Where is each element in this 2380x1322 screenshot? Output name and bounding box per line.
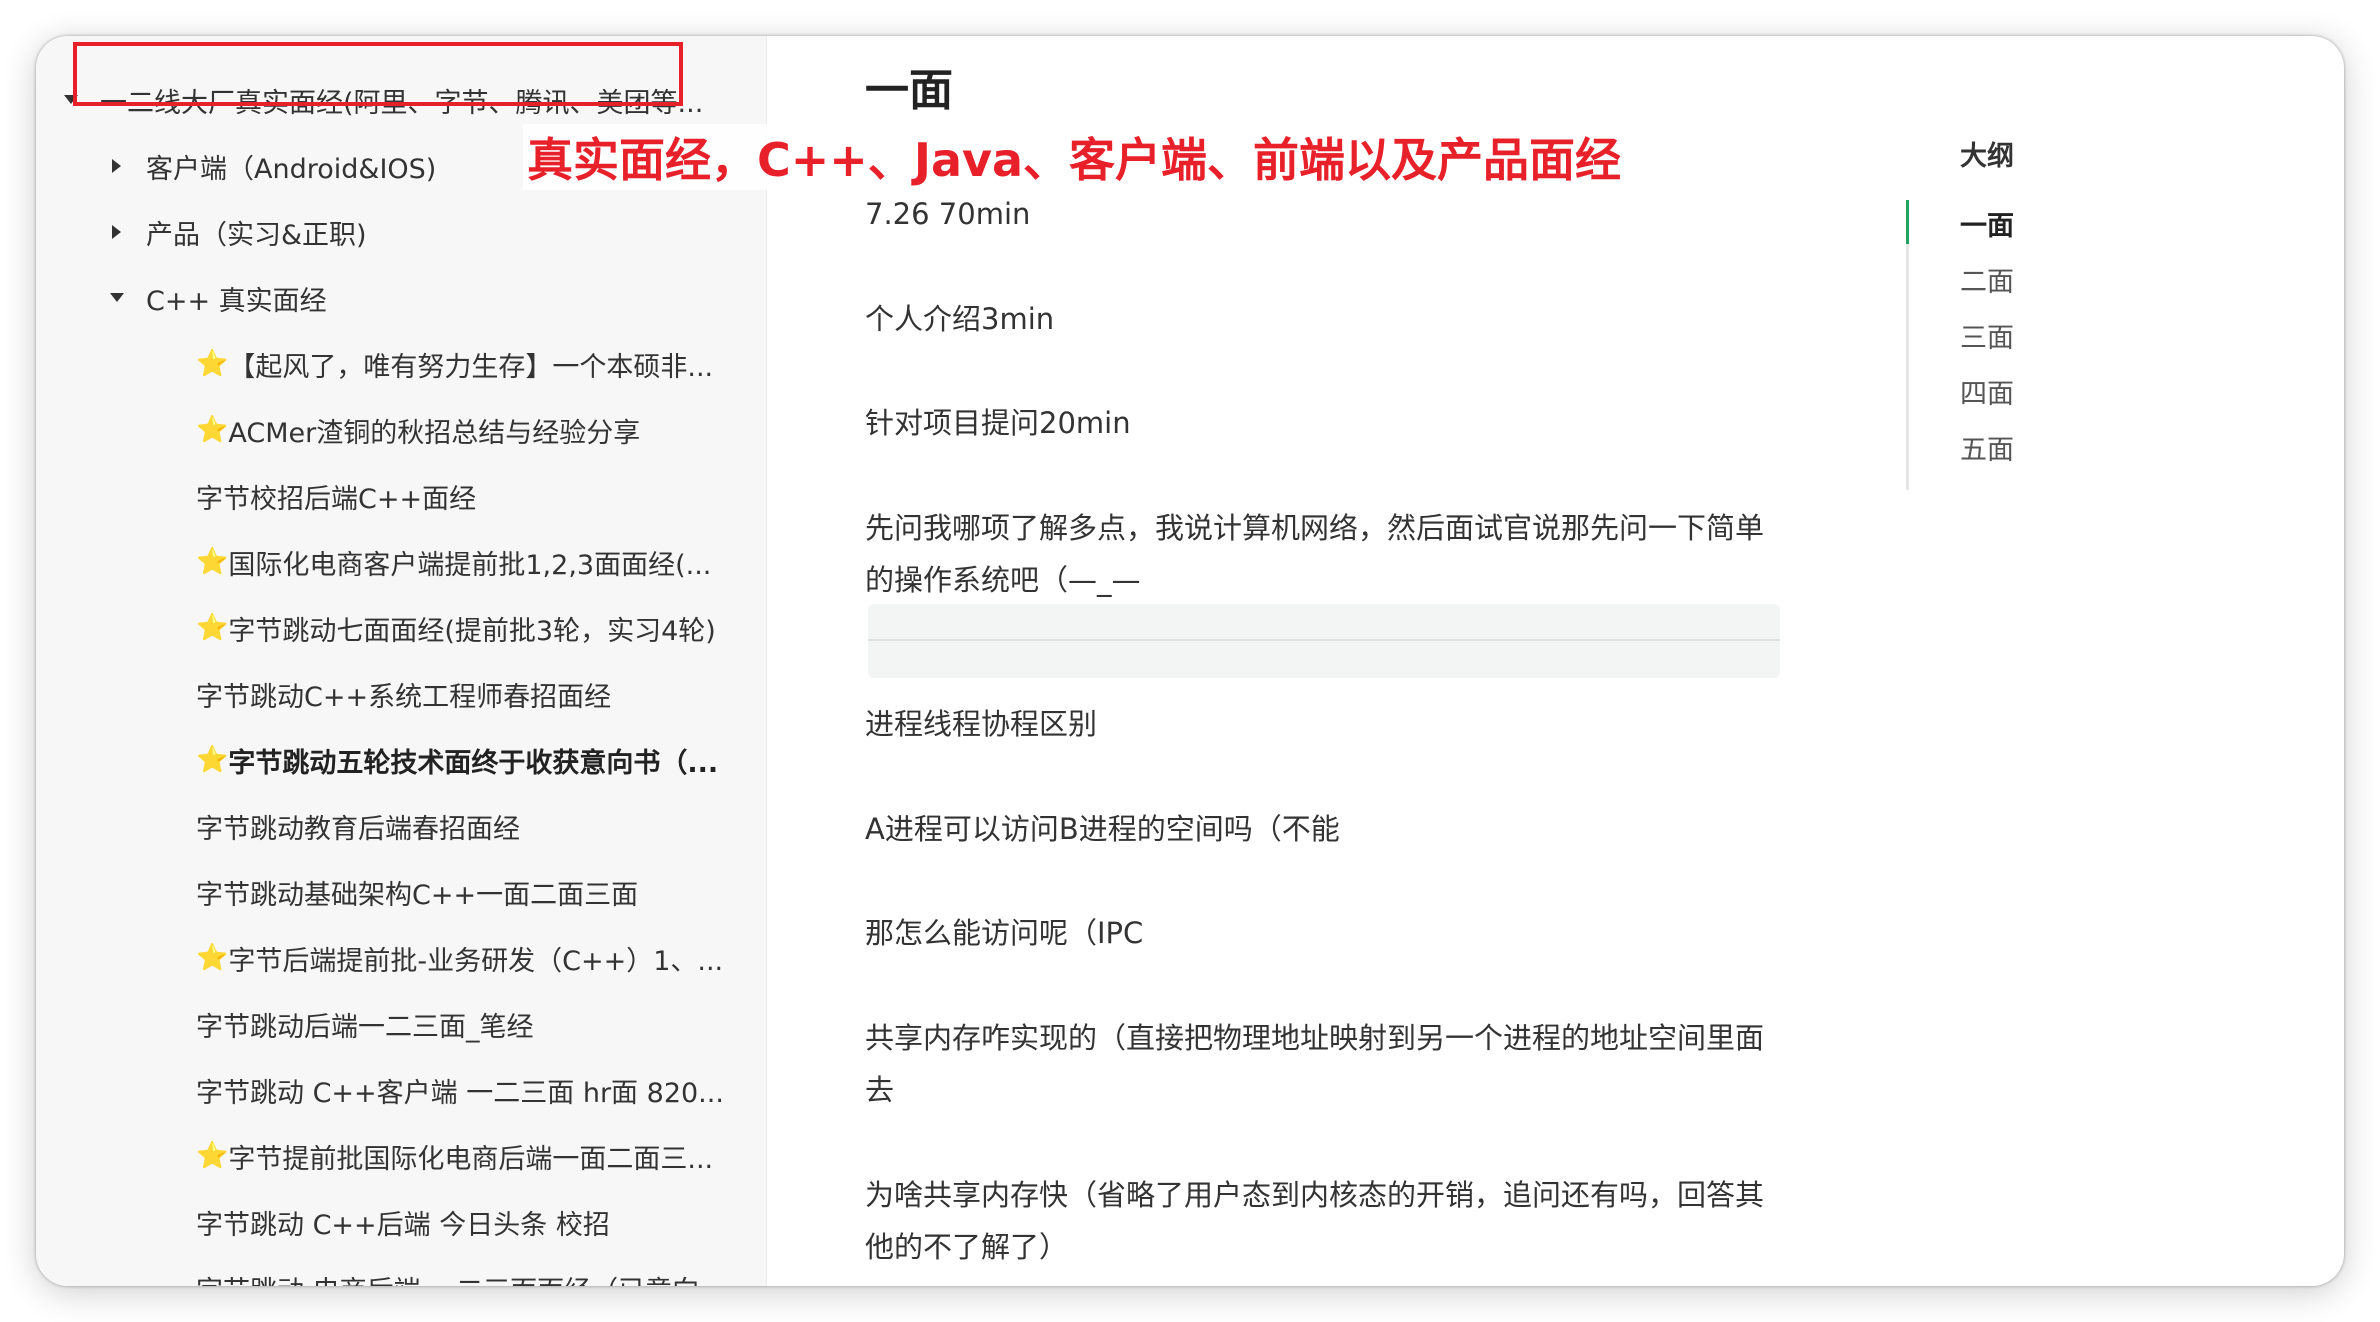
outline-item[interactable]: 一面	[1960, 204, 2014, 243]
star-icon: ⭐	[196, 613, 229, 643]
sidebar-article-item[interactable]: 字节跳动后端一二三面_笔经	[36, 991, 767, 1057]
sidebar-article-label: ACMer渣铜的秋招总结与经验分享	[228, 417, 641, 449]
sidebar-article-item[interactable]: 字节跳动 C++客户端 一二三面 hr面 820...	[36, 1057, 767, 1123]
caret-right-icon[interactable]	[106, 221, 128, 243]
paragraph: A进程可以访问B进程的空间吗（不能	[865, 812, 1340, 846]
tree-group-label: 产品（实习&正职)	[146, 219, 367, 251]
outline-item[interactable]: 五面	[1960, 428, 2014, 467]
sidebar-article-label: 字节跳动 C++后端 今日头条 校招	[196, 1209, 610, 1241]
paragraph: 先问我哪项了解多点，我说计算机网络，然后面试官说那先问一下简单的操作系统吧（—_…	[865, 511, 1765, 597]
star-icon: ⭐	[196, 547, 229, 577]
sidebar-article-label: 字节提前批国际化电商后端一面二面三...	[228, 1143, 714, 1175]
sidebar-article-label: 字节校招后端C++面经	[196, 483, 477, 515]
sidebar-article-item[interactable]: ⭐ 【起风了，唯有努力生存】一个本硕非...	[36, 331, 767, 397]
star-icon: ⭐	[196, 1141, 229, 1171]
outline-title: 大纲	[1960, 141, 2014, 172]
document-content: 一面 7.26 70min 个人介绍3min 针对项目提问20min 先问我哪项…	[523, 36, 2344, 1286]
star-icon: ⭐	[196, 349, 229, 379]
sidebar-article-item[interactable]: ⭐ 国际化电商客户端提前批1,2,3面面经(...	[36, 529, 767, 595]
sidebar-article-label: 【起风了，唯有努力生存】一个本硕非...	[228, 351, 714, 383]
sidebar-article-item[interactable]: ⭐ 字节跳动七面面经(提前批3轮，实习4轮)	[36, 595, 767, 661]
page-title: 一面	[865, 65, 953, 116]
caret-right-icon[interactable]	[106, 155, 128, 177]
paragraph: 进程线程协程区别	[865, 707, 1098, 741]
sidebar-article-label: 字节跳动五轮技术面终于收获意向书（...	[228, 747, 719, 779]
sidebar-article-item[interactable]: 字节跳动教育后端春招面经	[36, 793, 767, 859]
outline-item[interactable]: 三面	[1960, 316, 2014, 355]
star-icon: ⭐	[196, 943, 229, 973]
tree-group-label: C++ 真实面经	[146, 285, 327, 317]
sidebar-article-label: 字节跳动七面面经(提前批3轮，实习4轮)	[228, 615, 716, 647]
paragraph: 针对项目提问20min	[865, 406, 1131, 440]
tree-group-label: 客户端（Android&IOS)	[146, 153, 437, 185]
paragraph: 共享内存咋实现的（直接把物理地址映射到另一个进程的地址空间里面去	[865, 1021, 1765, 1107]
sidebar-article-label: 字节跳动 电商后端 一二三面面经（已意向...	[196, 1269, 725, 1287]
sidebar-article-label: 字节跳动基础架构C++一面二面三面	[196, 879, 639, 911]
star-icon: ⭐	[196, 745, 229, 775]
sidebar-article-item[interactable]: ⭐ 字节跳动五轮技术面终于收获意向书（...	[36, 727, 767, 793]
paragraph: 个人介绍3min	[865, 302, 1055, 336]
outline-track	[1906, 200, 1909, 490]
outline-item[interactable]: 二面	[1960, 260, 2014, 299]
sidebar-article-item[interactable]: 字节校招后端C++面经	[36, 463, 767, 529]
star-icon: ⭐	[196, 415, 229, 445]
tree-group-product[interactable]: 产品（实习&正职)	[36, 199, 767, 265]
sidebar-article-item[interactable]: 字节跳动 电商后端 一二三面面经（已意向...	[36, 1255, 767, 1287]
outline-active-indicator	[1906, 200, 1909, 244]
annotation-caption: 真实面经，C++、Java、客户端、前端以及产品面经	[523, 124, 1626, 190]
sidebar-article-item[interactable]: 字节跳动C++系统工程师春招面经	[36, 661, 767, 727]
sidebar-article-item[interactable]: ⭐ ACMer渣铜的秋招总结与经验分享	[36, 397, 767, 463]
sidebar-article-label: 国际化电商客户端提前批1,2,3面面经(...	[228, 549, 712, 581]
sidebar-article-item[interactable]: 字节跳动 C++后端 今日头条 校招	[36, 1189, 767, 1255]
paragraph: 为啥共享内存快（省略了用户态到内核态的开销，追问还有吗，回答其他的不了解了）	[865, 1178, 1765, 1264]
sidebar-article-label: 字节跳动 C++客户端 一二三面 hr面 820...	[196, 1077, 724, 1109]
sidebar-article-label: 字节跳动后端一二三面_笔经	[196, 1011, 534, 1043]
code-block-divider	[868, 639, 1780, 641]
paragraph: 7.26 70min	[865, 197, 1031, 231]
paragraph: 那怎么能访问呢（IPC	[865, 916, 1144, 950]
tree-group-cpp[interactable]: C++ 真实面经	[36, 265, 767, 331]
caret-down-icon[interactable]	[106, 287, 128, 309]
sidebar-article-label: 字节后端提前批-业务研发（C++）1、...	[228, 945, 724, 977]
sidebar-article-item[interactable]: 字节跳动基础架构C++一面二面三面	[36, 859, 767, 925]
sidebar-article-label: 字节跳动C++系统工程师春招面经	[196, 681, 612, 713]
sidebar-article-item[interactable]: ⭐ 字节后端提前批-业务研发（C++）1、...	[36, 925, 767, 991]
outline-item[interactable]: 四面	[1960, 372, 2014, 411]
sidebar-article-item[interactable]: ⭐ 字节提前批国际化电商后端一面二面三...	[36, 1123, 767, 1189]
sidebar: 一二线大厂真实面经(阿里、字节、腾讯、美团等... 客户端（Android&IO…	[36, 36, 767, 1286]
code-block[interactable]	[868, 604, 1780, 678]
sidebar-article-label: 字节跳动教育后端春招面经	[196, 813, 520, 845]
annotation-highlight-box	[73, 42, 683, 106]
app-window: 一二线大厂真实面经(阿里、字节、腾讯、美团等... 客户端（Android&IO…	[36, 36, 2344, 1286]
